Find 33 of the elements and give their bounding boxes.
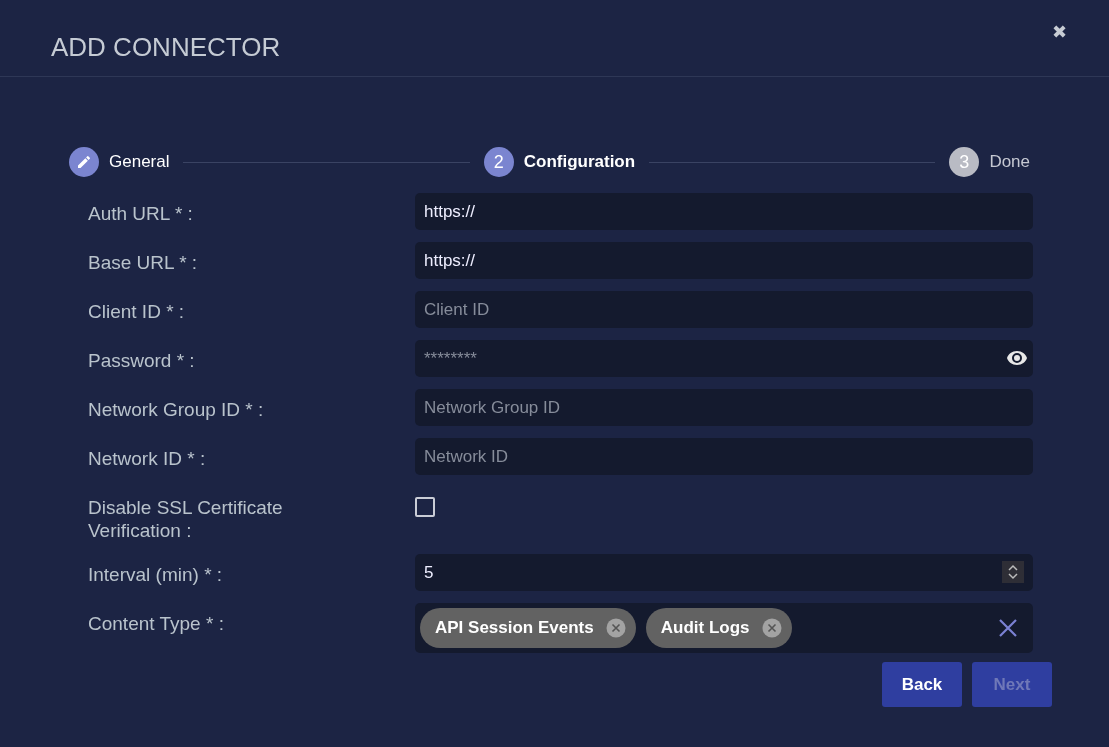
spinner-icon[interactable] [1002,561,1024,583]
field-label: Interval (min) * : [88,563,224,586]
text-field[interactable]: https:// [415,193,1033,230]
text-field[interactable]: Network Group ID [415,389,1033,426]
step-number: 3 [949,147,980,177]
number-field[interactable]: 5 [415,554,1033,591]
checkbox[interactable] [415,497,435,517]
text-field[interactable]: Client ID [415,291,1033,328]
dialog-title: ADD CONNECTOR [51,32,281,63]
tag-select-field[interactable]: API Session Events Audit Logs [415,603,1033,653]
step-label: General [109,152,170,172]
text-field[interactable]: https:// [415,242,1033,279]
field-label: Base URL * : [88,251,199,274]
eye-icon[interactable] [1006,350,1028,366]
field-label: Password * : [88,349,196,372]
step-number: 2 [483,147,514,177]
field-label: Network Group ID * : [88,398,265,421]
clear-icon[interactable] [998,618,1018,638]
text-field[interactable]: Network ID [415,438,1033,475]
step-label: Done [989,152,1030,172]
field-label: Client ID * : [88,300,186,323]
remove-icon[interactable] [761,618,782,638]
tag-chip[interactable]: API Session Events [420,608,636,648]
remove-icon[interactable] [605,618,626,638]
field-label: Disable SSL Certificate Verification : [88,496,284,542]
dialog-button[interactable]: Back [882,662,962,707]
field-label: Auth URL * : [88,202,194,225]
tag-chip[interactable]: Audit Logs [645,608,792,648]
password-field[interactable]: ******** [415,340,1033,377]
field-label: Network ID * : [88,447,207,470]
step-label: Configuration [523,152,636,172]
close-button[interactable]: ✖ [1049,19,1069,44]
field-label: Content Type * : [88,612,225,635]
